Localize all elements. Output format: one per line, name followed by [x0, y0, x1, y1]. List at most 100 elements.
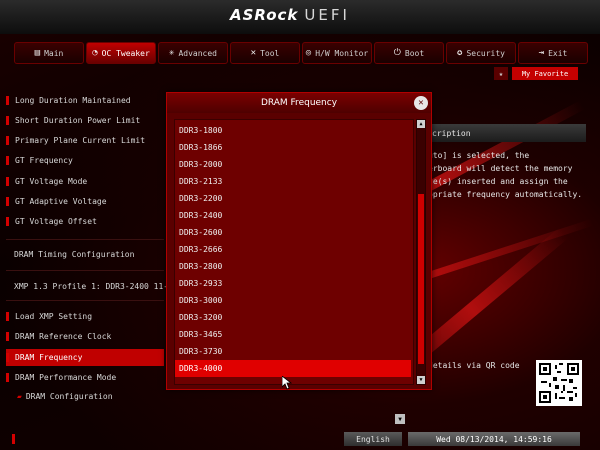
product-name: UEFI [304, 6, 350, 24]
frequency-option[interactable]: DDR3-2600 [175, 224, 411, 241]
menu-item-label: Long Duration Maintained [15, 96, 131, 105]
frequency-option-list: DDR3-1800 DDR3-1866 DDR3-2000 DDR3-2133 … [174, 119, 414, 385]
scroll-down-button[interactable]: ▼ [417, 376, 425, 384]
item-marker [6, 156, 9, 165]
tab-label: H/W Monitor [315, 48, 369, 58]
frequency-option[interactable]: DDR3-2400 [175, 207, 411, 224]
header-bar: ASRock UEFI [0, 0, 600, 34]
section-heading: DRAM Timing Configuration [6, 246, 172, 263]
item-marker [6, 353, 9, 362]
xmp-profile-label: XMP 1.3 Profile 1: DDR3-2400 11- [14, 282, 169, 291]
tab-label: OC Tweaker [101, 48, 150, 58]
boot-icon: ⏻ [393, 48, 401, 58]
main-scroll-down-button[interactable]: ▼ [395, 414, 405, 424]
menu-item-label: GT Frequency [15, 156, 73, 165]
close-icon: ✕ [418, 98, 424, 108]
system-datetime: Wed 08/13/2014, 14:59:16 [408, 432, 580, 446]
tab-exit[interactable]: ⇥ Exit [518, 42, 588, 64]
menu-item[interactable]: GT Voltage Offset [6, 213, 164, 230]
close-button[interactable]: ✕ [414, 96, 428, 110]
security-icon: ✪ [457, 48, 463, 58]
menu-item[interactable]: Load XMP Setting [6, 308, 164, 325]
item-marker [6, 177, 9, 186]
frequency-option[interactable]: DDR3-2000 [175, 156, 411, 173]
main-tabs: ▤ Main ◔ OC Tweaker ✳ Advanced ✕ Tool ◎ H/W M… [14, 42, 588, 64]
tab-label: Boot [404, 48, 425, 58]
menu-item-label: Primary Plane Current Limit [15, 136, 146, 145]
frequency-option[interactable]: DDR3-3465 [175, 326, 411, 343]
frequency-option[interactable]: DDR3-2800 [175, 258, 411, 275]
option-list-scrollbar[interactable]: ▲ ▼ [416, 119, 426, 385]
tab-security[interactable]: ✪ Security [446, 42, 516, 64]
menu-item-label: DRAM Reference Clock [15, 332, 112, 341]
menu-divider [6, 270, 164, 271]
item-marker [6, 217, 9, 226]
item-marker [6, 136, 9, 145]
menu-item-label: GT Adaptive Voltage [15, 197, 107, 206]
scroll-up-button[interactable]: ▲ [417, 120, 425, 128]
item-marker [6, 96, 9, 105]
frequency-option[interactable]: DDR3-3000 [175, 292, 411, 309]
item-marker [6, 116, 9, 125]
menu-item-label: GT Voltage Offset [15, 217, 97, 226]
section-heading-label: DRAM Timing Configuration [14, 250, 135, 259]
menu-item[interactable]: GT Frequency [6, 152, 164, 169]
favorite-add-button[interactable]: ★ [494, 67, 508, 80]
menu-item[interactable]: DRAM Reference Clock [6, 328, 164, 345]
scrollbar-thumb[interactable] [418, 194, 424, 364]
tab-hw-monitor[interactable]: ◎ H/W Monitor [302, 42, 372, 64]
chevron-down-icon: ▼ [398, 415, 402, 423]
frequency-option[interactable]: DDR3-1800 [175, 122, 411, 139]
tab-main[interactable]: ▤ Main [14, 42, 84, 64]
tab-label: Advanced [178, 48, 217, 58]
tab-label: Exit [548, 48, 568, 58]
brand-name: ASRock [230, 6, 299, 24]
menu-item[interactable]: GT Adaptive Voltage [6, 193, 164, 210]
menu-item-selected[interactable]: DRAM Frequency [6, 349, 164, 366]
menu-item[interactable]: Primary Plane Current Limit [6, 132, 164, 149]
tab-label: Main [44, 48, 64, 58]
frequency-option[interactable]: DDR3-1866 [175, 139, 411, 156]
frequency-option[interactable]: DDR3-2933 [175, 275, 411, 292]
menu-divider [6, 300, 164, 301]
frequency-option[interactable]: DDR3-2666 [175, 241, 411, 258]
folder-icon: ▰ [17, 392, 22, 401]
star-icon: ★ [498, 69, 504, 78]
tab-label: Security [466, 48, 505, 58]
menu-divider [6, 239, 164, 240]
item-marker [6, 312, 9, 321]
frequency-option[interactable]: DDR3-3200 [175, 309, 411, 326]
frequency-option[interactable]: DDR3-3730 [175, 343, 411, 360]
monitor-icon: ◎ [305, 48, 312, 58]
xmp-profile-info: XMP 1.3 Profile 1: DDR3-2400 11- [6, 278, 172, 295]
chevron-up-icon: ▲ [419, 121, 423, 127]
advanced-icon: ✳ [169, 48, 175, 58]
submenu-item[interactable]: ▰ DRAM Configuration [6, 388, 164, 405]
frequency-option[interactable]: DDR3-2200 [175, 190, 411, 207]
frequency-option[interactable]: DDR3-2133 [175, 173, 411, 190]
menu-item[interactable]: Short Duration Power Limit [6, 112, 164, 129]
tool-icon: ✕ [250, 48, 257, 58]
menu-item-label: DRAM Configuration [25, 392, 113, 401]
dialog-title: DRAM Frequency [167, 93, 431, 113]
frequency-option-selected[interactable]: DDR3-4000 [175, 360, 411, 377]
menu-item[interactable]: GT Voltage Mode [6, 173, 164, 190]
language-button[interactable]: English [344, 432, 402, 446]
tab-boot[interactable]: ⏻ Boot [374, 42, 444, 64]
menu-item[interactable]: Long Duration Maintained [6, 92, 164, 109]
tab-tool[interactable]: ✕ Tool [230, 42, 300, 64]
my-favorite-button[interactable]: My Favorite [512, 67, 578, 80]
main-icon: ▤ [34, 48, 41, 58]
chevron-down-icon: ▼ [419, 377, 423, 383]
item-marker [6, 332, 9, 341]
tab-label: Tool [260, 48, 280, 58]
status-marker [12, 434, 15, 444]
tab-oc-tweaker[interactable]: ◔ OC Tweaker [86, 42, 156, 64]
description-heading: cription [428, 124, 586, 142]
oc-icon: ◔ [92, 48, 98, 58]
menu-item-label: DRAM Frequency [15, 353, 83, 362]
menu-item-label: DRAM Performance Mode [15, 373, 117, 382]
exit-icon: ⇥ [538, 48, 545, 58]
tab-advanced[interactable]: ✳ Advanced [158, 42, 228, 64]
menu-item[interactable]: DRAM Performance Mode [6, 369, 164, 386]
